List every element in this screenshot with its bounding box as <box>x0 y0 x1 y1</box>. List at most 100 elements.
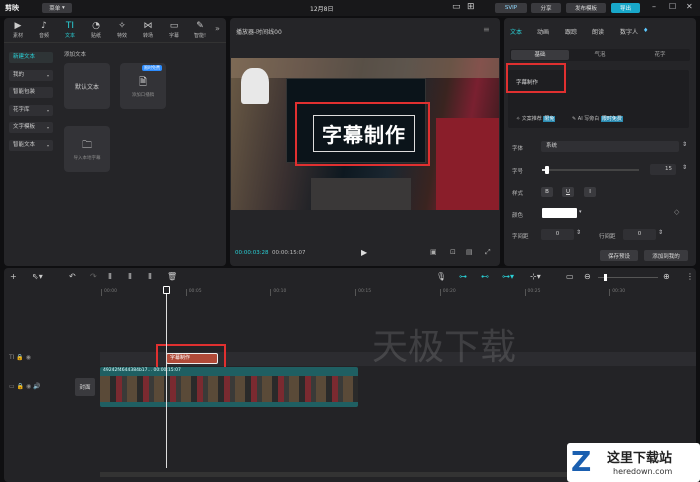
size-slider-handle[interactable] <box>544 166 549 174</box>
font-select[interactable]: 系统 <box>541 141 679 152</box>
category-item[interactable]: 智能文本 ▾ <box>9 139 53 151</box>
zoom-out-icon[interactable]: ⊖ <box>584 272 591 281</box>
subtitle-icon[interactable]: ▭ <box>452 2 461 12</box>
size-input[interactable]: 15 <box>650 164 676 175</box>
tab-2[interactable]: TI 文本 <box>58 21 82 39</box>
play-icon[interactable]: ▶ <box>361 248 367 257</box>
undo-icon[interactable]: ↶ <box>69 272 76 281</box>
video-thumbnails <box>100 376 358 402</box>
save-preset-button[interactable]: 保存预设 <box>600 250 638 261</box>
video-person <box>436 118 499 210</box>
divider <box>4 42 226 43</box>
category-item[interactable]: 智能包装 <box>9 87 53 98</box>
close-icon[interactable]: ✕ <box>686 2 693 11</box>
bold-button[interactable]: B <box>541 187 553 197</box>
maximize-icon[interactable]: ☐ <box>669 2 676 11</box>
smart-recommend-button[interactable]: ✧ 文案推荐 限免 <box>516 115 556 122</box>
keyframe-icon[interactable]: ◇ <box>674 208 679 216</box>
char-spacing-input[interactable]: 0 <box>541 229 574 240</box>
size-slider[interactable] <box>542 166 639 174</box>
category-item[interactable]: 我的 ▾ <box>9 69 53 81</box>
menu-button[interactable]: 菜单 ▾ <box>42 3 72 13</box>
inspector-subtab[interactable]: 基础 <box>511 50 569 60</box>
tab-6[interactable]: ▭ 字幕 <box>162 21 186 39</box>
split-right-icon[interactable]: Ⅱ <box>148 272 152 281</box>
add-track-icon[interactable]: + <box>10 272 17 281</box>
redo-icon[interactable]: ↷ <box>90 272 97 281</box>
add-to-mine-button[interactable]: 添加到我的 <box>644 250 688 261</box>
cover-button[interactable]: 封面 <box>75 378 95 396</box>
line-spacing-input[interactable]: 0 <box>623 229 656 240</box>
linkage-icon[interactable]: ⊶▾ <box>502 272 514 281</box>
color-dropdown-icon[interactable]: ▾ <box>579 209 582 215</box>
main-track-magnet-icon[interactable]: ⊶ <box>459 272 467 281</box>
zoom-slider-handle[interactable] <box>604 274 607 281</box>
tab-1[interactable]: ♪ 音频 <box>32 21 56 39</box>
inspector-tab[interactable]: 动画 <box>537 27 549 36</box>
italic-button[interactable]: I <box>584 187 596 197</box>
cover-label: 封面 <box>79 385 91 391</box>
more-icon[interactable]: ⋮ <box>686 272 694 281</box>
ai-write-button[interactable]: ✎ AI 写旁白 限时免费 <box>572 115 623 122</box>
category-item[interactable]: 新建文本 <box>9 52 53 63</box>
add-highlight-card[interactable]: 限时免费 🗎 添加口播稿 <box>120 63 166 109</box>
ruler-tick: 00:15 <box>355 289 371 296</box>
line-spacing-stepper-icon[interactable]: ⇕ <box>658 229 663 236</box>
caption-text: 字幕制作 <box>322 123 406 147</box>
delete-icon[interactable]: 🗑 <box>167 272 177 281</box>
zoom-slider[interactable] <box>598 274 658 281</box>
zoom-in-icon[interactable]: ⊕ <box>663 272 670 281</box>
split-left-icon[interactable]: Ⅱ <box>128 272 132 281</box>
inspector-subtab[interactable]: 花字 <box>631 50 689 60</box>
tab-icon: TI <box>65 21 75 31</box>
export-button[interactable]: 导出 <box>611 3 640 13</box>
caption-selection[interactable]: 字幕制作 <box>313 115 415 152</box>
ratio-icon[interactable]: ▣ <box>430 248 437 256</box>
crop-icon[interactable]: ▤ <box>466 248 473 256</box>
video-track-controls[interactable]: ▭ 🔒 ◉ 🔊 <box>9 383 41 390</box>
split-icon[interactable]: Ⅱ <box>108 272 112 281</box>
text-track-controls[interactable]: TI 🔒 ◉ <box>9 354 31 361</box>
tab-3[interactable]: ◔ 贴纸 <box>84 21 108 39</box>
more-tabs-icon[interactable]: » <box>215 24 220 33</box>
style-label: 样式 <box>512 191 524 197</box>
char-spacing-value: 0 <box>555 231 560 237</box>
import-subtitle-card[interactable]: 🗀 导入本地字幕 <box>64 126 110 172</box>
layout-icon[interactable]: ⊞ <box>467 2 475 12</box>
tab-7[interactable]: ✎ 智能! <box>188 21 212 39</box>
tab-0[interactable]: ▶ 素材 <box>6 21 30 39</box>
playhead-handle[interactable] <box>163 286 170 294</box>
minimize-icon[interactable]: – <box>652 2 656 11</box>
font-stepper-icon[interactable]: ⇕ <box>682 141 687 148</box>
share-button[interactable]: 分享 <box>531 3 561 13</box>
ai-badge: 限时免费 <box>600 116 623 122</box>
default-text-card[interactable]: 默认文本 <box>64 63 110 109</box>
auto-snap-icon[interactable]: ⊷ <box>481 272 489 281</box>
playhead[interactable] <box>166 288 167 468</box>
captions-icon[interactable]: ▭ <box>566 272 574 281</box>
char-spacing-stepper-icon[interactable]: ⇕ <box>576 229 581 236</box>
publish-template-button[interactable]: 发布模板 <box>566 3 606 13</box>
video-clip[interactable]: 49242f4644384b17… 00:00:15:07 <box>100 367 358 407</box>
category-item[interactable]: 花字库 ▾ <box>9 104 53 116</box>
preview-axis-icon[interactable]: ⊹▾ <box>530 272 541 281</box>
inspector-tab[interactable]: 数字人 <box>620 27 638 36</box>
select-tool-icon[interactable]: ⇖▾ <box>32 272 43 281</box>
category-item[interactable]: 文字模板 ▾ <box>9 122 53 133</box>
tab-5[interactable]: ⋈ 转场 <box>136 21 160 39</box>
tab-4[interactable]: ✧ 特效 <box>110 21 134 39</box>
inspector-tab[interactable]: 朗读 <box>592 27 604 36</box>
fullscreen-icon[interactable]: ⤢ <box>485 248 491 257</box>
italic-label: I <box>589 189 591 195</box>
line-spacing-value: 0 <box>637 231 642 237</box>
inspector-subtab[interactable]: 气泡 <box>571 50 629 60</box>
color-swatch[interactable] <box>542 208 577 218</box>
underline-button[interactable]: U <box>562 187 574 197</box>
inspector-tab[interactable]: 文本 <box>510 27 522 36</box>
player-menu-icon[interactable]: ≡ <box>483 25 490 34</box>
inspector-tab[interactable]: 跟踪 <box>565 27 577 36</box>
zoom-fit-icon[interactable]: ⊡ <box>450 248 456 256</box>
svip-button[interactable]: SVIP <box>495 3 527 13</box>
microphone-icon[interactable]: 🎙 <box>436 272 446 281</box>
size-stepper-icon[interactable]: ⇕ <box>682 164 687 171</box>
